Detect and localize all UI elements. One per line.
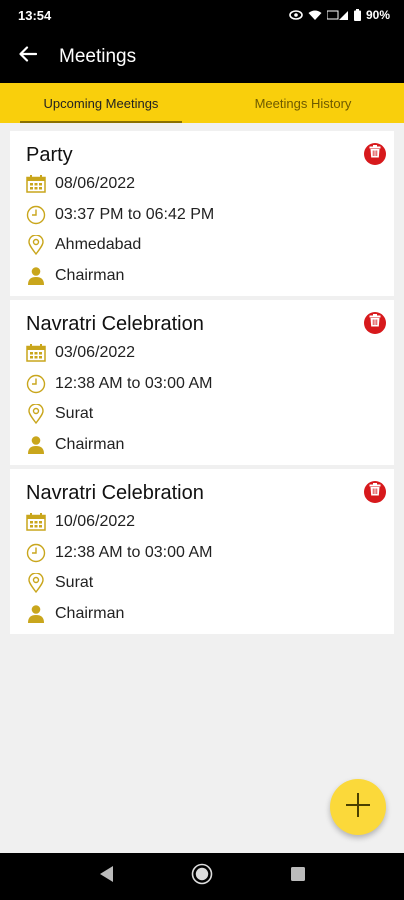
eye-icon bbox=[289, 10, 303, 20]
meeting-date-row: 08/06/2022 bbox=[26, 169, 378, 200]
meeting-time: 03:37 PM to 06:42 PM bbox=[55, 205, 215, 223]
meeting-location-row: Surat bbox=[26, 399, 378, 430]
trash-icon bbox=[369, 145, 381, 163]
meeting-title: Navratri Celebration bbox=[26, 313, 204, 335]
meeting-time: 12:38 AM to 03:00 AM bbox=[55, 374, 213, 392]
app-bar: Meetings bbox=[0, 30, 404, 83]
meeting-time-row: 12:38 AM to 03:00 AM bbox=[26, 369, 378, 400]
tab-bar: Upcoming Meetings Meetings History bbox=[0, 83, 404, 123]
person-icon bbox=[26, 266, 46, 286]
delete-button[interactable] bbox=[364, 312, 386, 334]
delete-button[interactable] bbox=[364, 481, 386, 503]
meeting-location-row: Surat bbox=[26, 568, 378, 599]
meeting-card[interactable]: Navratri Celebration 10/06/2022 12:38 AM… bbox=[10, 469, 394, 634]
location-pin-icon bbox=[26, 573, 46, 594]
page-title: Meetings bbox=[59, 45, 137, 67]
clock-icon bbox=[26, 374, 46, 394]
meeting-date: 08/06/2022 bbox=[55, 175, 136, 193]
nav-back-icon[interactable] bbox=[98, 865, 114, 888]
meeting-role-row: Chairman bbox=[26, 430, 378, 461]
clock-icon bbox=[26, 543, 46, 563]
plus-icon bbox=[345, 792, 371, 823]
signal-icon bbox=[326, 9, 349, 21]
nav-home-icon[interactable] bbox=[191, 863, 213, 890]
status-bar: 13:54 90% bbox=[0, 0, 404, 30]
calendar-icon bbox=[26, 512, 46, 532]
calendar-icon bbox=[26, 343, 46, 363]
clock-icon bbox=[26, 205, 46, 225]
meeting-location: Surat bbox=[55, 574, 94, 592]
person-icon bbox=[26, 435, 46, 455]
calendar-icon bbox=[26, 174, 46, 194]
meeting-card[interactable]: Party 08/06/2022 03:37 PM to 06:42 PM Ah… bbox=[10, 131, 394, 296]
meeting-time-row: 03:37 PM to 06:42 PM bbox=[26, 200, 378, 231]
meeting-time-row: 12:38 AM to 03:00 AM bbox=[26, 538, 378, 569]
meeting-location: Ahmedabad bbox=[55, 236, 142, 254]
meetings-list: Party 08/06/2022 03:37 PM to 06:42 PM Ah… bbox=[10, 131, 394, 638]
delete-button[interactable] bbox=[364, 143, 386, 165]
back-button[interactable] bbox=[0, 30, 56, 83]
meeting-role-row: Chairman bbox=[26, 261, 378, 292]
meeting-role: Chairman bbox=[55, 604, 125, 622]
status-icons: 90% bbox=[289, 8, 390, 22]
meeting-title: Party bbox=[26, 144, 73, 166]
meeting-date-row: 03/06/2022 bbox=[26, 338, 378, 369]
tab-upcoming-meetings[interactable]: Upcoming Meetings bbox=[0, 83, 202, 123]
meeting-card[interactable]: Navratri Celebration 03/06/2022 12:38 AM… bbox=[10, 300, 394, 465]
meeting-date: 10/06/2022 bbox=[55, 513, 136, 531]
location-pin-icon bbox=[26, 235, 46, 256]
wifi-icon bbox=[308, 10, 322, 21]
battery-icon bbox=[353, 9, 361, 21]
location-pin-icon bbox=[26, 404, 46, 425]
battery-percent: 90% bbox=[365, 8, 390, 22]
meeting-date-row: 10/06/2022 bbox=[26, 507, 378, 538]
tab-meetings-history[interactable]: Meetings History bbox=[202, 83, 404, 123]
meeting-date: 03/06/2022 bbox=[55, 344, 136, 362]
nav-recents-icon[interactable] bbox=[290, 866, 306, 887]
meeting-location: Surat bbox=[55, 405, 94, 423]
meeting-role-row: Chairman bbox=[26, 599, 378, 630]
add-meeting-button[interactable] bbox=[330, 779, 386, 835]
meeting-role: Chairman bbox=[55, 435, 125, 453]
meeting-time: 12:38 AM to 03:00 AM bbox=[55, 543, 213, 561]
meeting-location-row: Ahmedabad bbox=[26, 230, 378, 261]
meeting-title: Navratri Celebration bbox=[26, 482, 204, 504]
meeting-role: Chairman bbox=[55, 266, 125, 284]
trash-icon bbox=[369, 483, 381, 501]
back-arrow-icon bbox=[19, 46, 38, 67]
person-icon bbox=[26, 604, 46, 624]
system-nav-bar bbox=[0, 853, 404, 900]
trash-icon bbox=[369, 314, 381, 332]
status-time: 13:54 bbox=[18, 7, 52, 23]
